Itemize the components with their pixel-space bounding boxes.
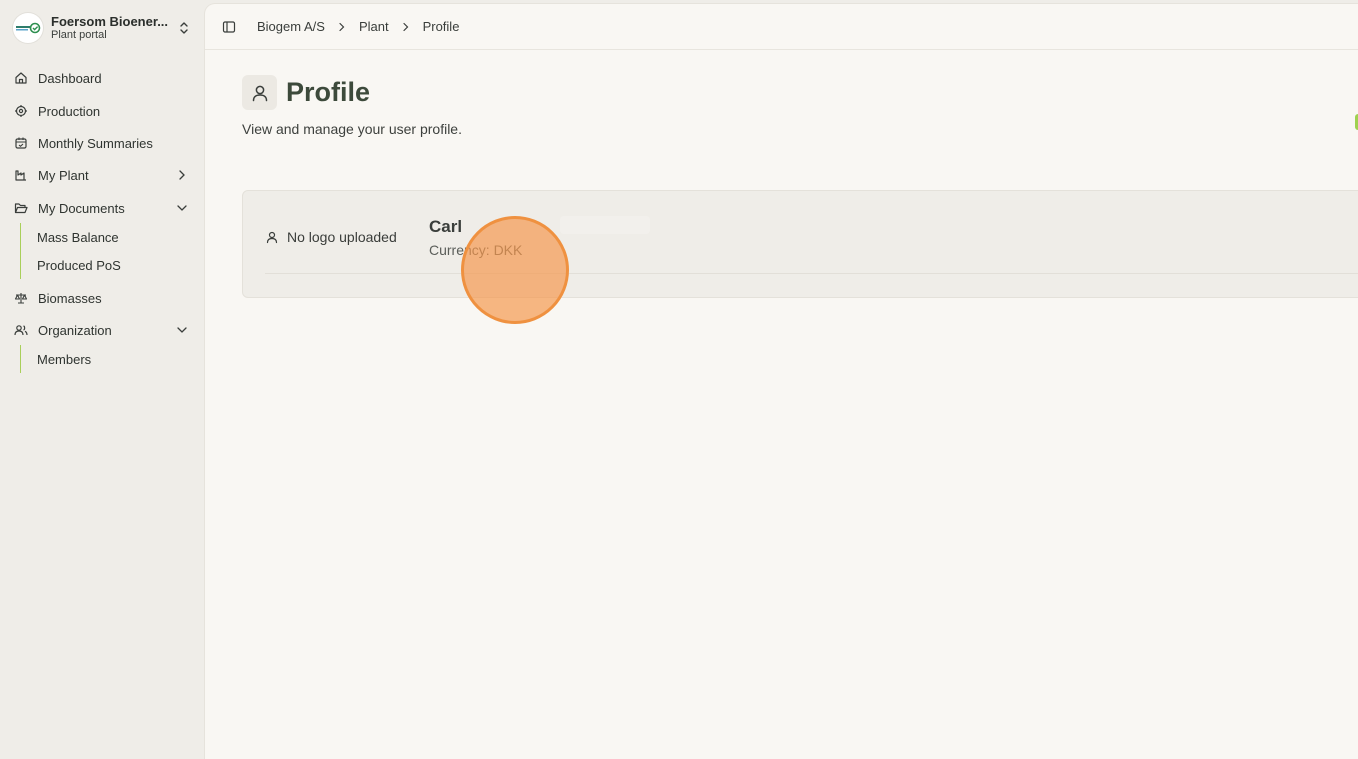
chevron-down-icon[interactable] [176,201,188,218]
chevron-right-icon [401,21,411,33]
chevron-right-icon[interactable] [176,168,188,185]
sidebar-item-organization[interactable]: Organization [8,315,198,345]
logo-status-text: No logo uploaded [287,229,397,245]
scale-icon [13,290,29,306]
calendar-icon [13,135,29,151]
profile-row: No logo uploaded Carl Currency: DKK [265,215,1358,274]
documents-submenu: Mass Balance Produced PoS [20,223,197,279]
chevrons-up-down-icon[interactable] [178,20,190,41]
home-icon [13,70,29,86]
sidebar-item-label: Dashboard [38,70,102,86]
folder-open-icon [13,200,29,216]
sidebar-item-production[interactable]: Production [8,96,198,126]
factory-icon [13,167,29,183]
chevron-down-icon[interactable] [176,323,188,340]
sidebar-toggle-icon[interactable] [221,19,237,35]
sidebar: Foersom Bioener... Plant portal Dashboar… [0,0,205,759]
org-subtitle: Plant portal [51,29,107,41]
chevron-right-icon [337,21,347,33]
redacted-text [560,216,650,234]
organization-submenu: Members [20,345,197,373]
sidebar-item-dashboard[interactable]: Dashboard [8,63,198,93]
sidebar-item-members[interactable]: Members [21,345,197,373]
breadcrumb: Biogem A/S Plant Profile [257,19,459,34]
profile-currency: Currency: DKK [429,242,523,258]
sidebar-item-produced-pos[interactable]: Produced PoS [21,251,197,279]
sidebar-item-my-documents[interactable]: My Documents [8,193,198,223]
breadcrumb-current: Profile [422,19,460,34]
production-gear-icon [13,103,29,119]
profile-card: No logo uploaded Carl Currency: DKK [242,190,1358,298]
sidebar-item-label: Monthly Summaries [38,135,153,151]
breadcrumb-item[interactable]: Plant [359,19,389,34]
sidebar-item-label: Organization [38,322,112,338]
sidebar-item-mass-balance[interactable]: Mass Balance [21,223,197,251]
sidebar-item-label: My Documents [38,200,125,216]
org-switcher[interactable]: Foersom Bioener... Plant portal [8,8,198,48]
sidebar-item-label: Production [38,103,101,119]
users-icon [13,322,29,338]
sidebar-item-label: Biomasses [38,290,102,306]
user-icon [242,75,277,110]
sidebar-item-monthly-summaries[interactable]: Monthly Summaries [8,128,198,158]
page-description: View and manage your user profile. [242,121,462,137]
sidebar-item-my-plant[interactable]: My Plant [8,160,198,190]
sidebar-item-biomasses[interactable]: Biomasses [8,283,198,313]
user-icon [265,230,279,244]
org-logo [13,13,43,43]
top-bar: Biogem A/S Plant Profile [205,4,1358,50]
org-name: Foersom Bioener... [51,14,169,29]
breadcrumb-item[interactable]: Biogem A/S [257,19,325,34]
sidebar-item-label: My Plant [38,167,89,183]
logo-status: No logo uploaded [265,229,397,245]
profile-name: Carl [429,217,463,236]
page-title: Profile [286,77,371,107]
main-content: Biogem A/S Plant Profile Profile View an… [205,4,1358,759]
